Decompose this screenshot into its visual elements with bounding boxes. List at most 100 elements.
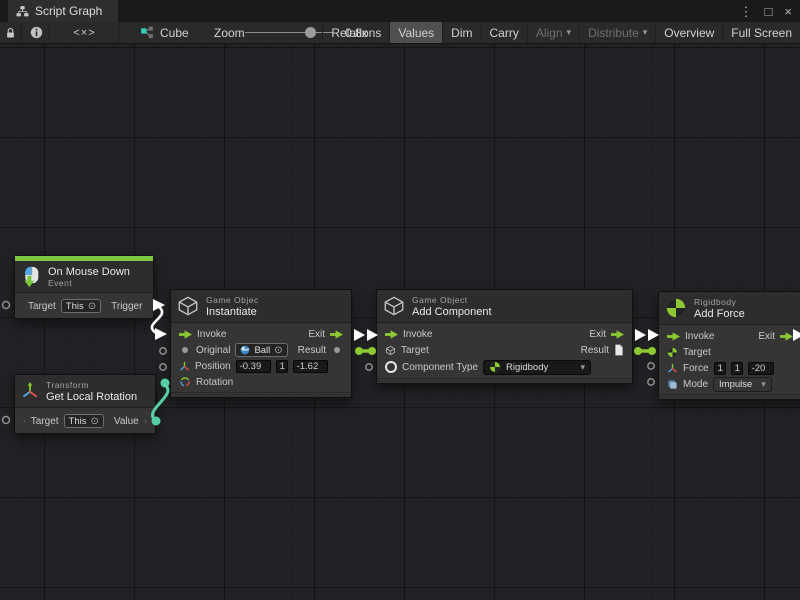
- rotation-port-icon[interactable]: [144, 415, 147, 428]
- mode-dropdown[interactable]: Impulse ▾: [713, 377, 772, 392]
- graph-name: Cube: [160, 26, 189, 40]
- tab-script-graph[interactable]: Script Graph: [8, 0, 118, 22]
- close-icon[interactable]: ×: [784, 5, 792, 18]
- flow-link-arrowhead[interactable]: [635, 329, 646, 341]
- port-label-rotation: Rotation: [196, 377, 233, 388]
- component-result-icon[interactable]: [614, 344, 624, 356]
- window-menu-icon[interactable]: ⋮: [740, 5, 753, 18]
- data-wire-endpoint[interactable]: [161, 379, 170, 388]
- angle-x-icon: <×>: [73, 27, 95, 39]
- object-picker-icon[interactable]: ⊙: [88, 301, 96, 312]
- input-port-ring[interactable]: [3, 302, 10, 309]
- enum-icon: [667, 379, 678, 390]
- port-label-position: Position: [195, 361, 231, 372]
- port-label-exit: Exit: [758, 331, 775, 342]
- node-title: Add Force: [694, 308, 745, 320]
- relations-button[interactable]: Relations: [322, 22, 389, 43]
- script-graph-window: Script Graph ⋮ □ × <×>: [0, 0, 800, 600]
- zoom-slider-handle[interactable]: [305, 27, 316, 38]
- chevron-down-icon: ▾: [580, 362, 585, 373]
- force-z-field[interactable]: -20: [748, 362, 774, 375]
- lock-button[interactable]: [0, 22, 22, 43]
- graph-canvas[interactable]: On Mouse Down Event Target This ⊙ Trigge…: [0, 44, 800, 600]
- values-button[interactable]: Values: [389, 22, 442, 43]
- vector3-icon: [179, 361, 190, 372]
- data-link-endpoint[interactable]: [634, 347, 642, 355]
- object-picker-icon[interactable]: ⊙: [274, 345, 282, 356]
- force-y-field[interactable]: 1: [731, 362, 743, 375]
- input-port-ring[interactable]: [648, 379, 654, 385]
- object-picker-icon[interactable]: ⊙: [91, 416, 99, 427]
- flow-input-port[interactable]: [667, 332, 680, 341]
- position-x-field[interactable]: -0.39: [236, 360, 271, 373]
- title-bar: Script Graph ⋮ □ ×: [0, 0, 800, 22]
- port-label-exit: Exit: [308, 329, 325, 340]
- node-title: On Mouse Down: [48, 266, 130, 278]
- node-add-component[interactable]: Game Object Add Component Invoke Exit: [376, 289, 633, 384]
- node-instantiate[interactable]: Game Objec Instantiate Invoke Exit: [170, 289, 352, 398]
- node-on-mouse-down[interactable]: On Mouse Down Event Target This ⊙ Trigge…: [14, 255, 154, 319]
- info-icon: [30, 26, 43, 39]
- port-label-invoke: Invoke: [403, 329, 432, 340]
- input-port-ring[interactable]: [366, 364, 372, 370]
- zoom-label: Zoom: [214, 22, 245, 43]
- data-input-port[interactable]: [182, 347, 188, 353]
- game-object-icon: [383, 295, 405, 317]
- overview-button[interactable]: Overview: [655, 22, 722, 43]
- rotation-port-icon[interactable]: [179, 376, 191, 388]
- input-port-ring[interactable]: [648, 363, 654, 369]
- rigidbody-icon: [489, 361, 501, 373]
- node-get-local-rotation[interactable]: Transform Get Local Rotation Target This…: [14, 374, 156, 434]
- graph-breadcrumb[interactable]: Cube: [140, 22, 189, 43]
- transform-icon: [23, 416, 26, 427]
- force-x-field[interactable]: 1: [714, 362, 726, 375]
- input-port-ring[interactable]: [3, 417, 10, 424]
- node-category: Rigidbody: [694, 297, 745, 307]
- flow-output-port[interactable]: [330, 330, 343, 339]
- node-title: Get Local Rotation: [46, 391, 137, 403]
- graph-icon: [140, 26, 154, 40]
- flow-output-port[interactable]: [780, 332, 793, 341]
- position-y-field[interactable]: 1: [276, 360, 288, 373]
- ball-icon: [240, 345, 250, 355]
- original-value-chip[interactable]: Ball ⊙: [235, 343, 287, 357]
- port-label-target: Target: [31, 416, 59, 427]
- position-z-field[interactable]: -1.62: [293, 360, 328, 373]
- node-category: Event: [48, 278, 130, 288]
- flow-input-port[interactable]: [179, 330, 192, 339]
- component-type-dropdown[interactable]: Rigidbody ▾: [483, 360, 591, 375]
- node-category: Game Object: [412, 295, 492, 305]
- flow-link-arrowhead[interactable]: [354, 329, 365, 341]
- node-category: Transform: [46, 380, 137, 390]
- info-button[interactable]: [23, 22, 50, 43]
- port-label-target: Target: [28, 301, 56, 312]
- data-link-endpoint[interactable]: [355, 347, 363, 355]
- chevron-down-icon: ▾: [567, 27, 572, 38]
- collapse-values-button[interactable]: <×>: [51, 22, 119, 43]
- node-add-force[interactable]: Rigidbody Add Force Invoke Exit: [658, 291, 800, 400]
- data-link-endpoint[interactable]: [648, 347, 656, 355]
- target-value-chip[interactable]: This ⊙: [64, 414, 104, 428]
- zoom-slider[interactable]: [245, 32, 333, 33]
- align-button[interactable]: Align▾: [527, 22, 579, 43]
- input-port-ring[interactable]: [160, 348, 166, 354]
- full-screen-button[interactable]: Full Screen: [722, 22, 800, 43]
- tab-title: Script Graph: [35, 4, 102, 18]
- port-label-value: Value: [114, 416, 139, 427]
- data-output-port[interactable]: [334, 347, 340, 353]
- maximize-icon[interactable]: □: [765, 5, 773, 18]
- dim-button[interactable]: Dim: [442, 22, 480, 43]
- transform-icon: [21, 382, 39, 400]
- node-footer: [659, 394, 800, 399]
- data-link-endpoint[interactable]: [368, 347, 376, 355]
- type-input-port[interactable]: [385, 361, 397, 373]
- flow-input-port[interactable]: [385, 330, 398, 339]
- vector3-icon: [667, 363, 678, 374]
- input-port-ring[interactable]: [160, 364, 166, 370]
- target-value-chip[interactable]: This ⊙: [61, 299, 101, 313]
- port-label-force: Force: [683, 363, 709, 374]
- flow-output-port[interactable]: [611, 330, 624, 339]
- flow-wire-arrowhead: [155, 328, 167, 340]
- distribute-button[interactable]: Distribute▾: [579, 22, 655, 43]
- carry-button[interactable]: Carry: [481, 22, 527, 43]
